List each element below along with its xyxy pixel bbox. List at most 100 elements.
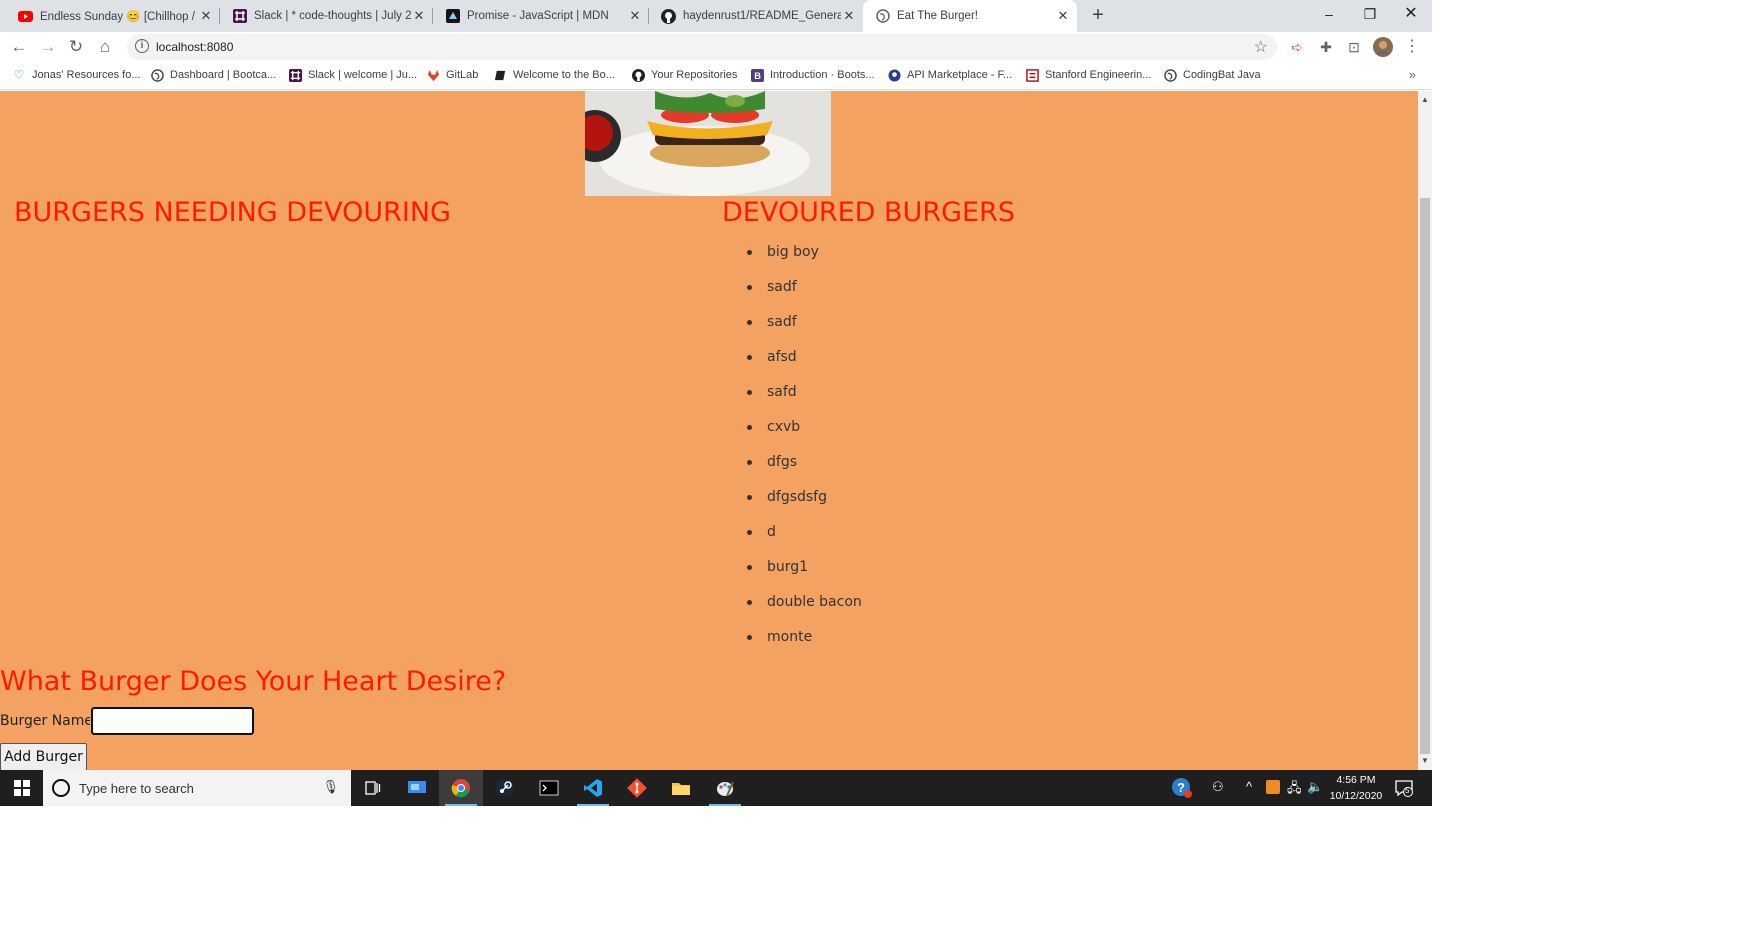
home-icon[interactable]: ⌂ [93,35,117,59]
close-tab-icon[interactable]: ✕ [198,8,214,24]
address-bar[interactable]: i localhost:8080 ☆ [127,34,1277,60]
new-tab-button[interactable]: + [1088,4,1108,26]
tab-slack[interactable]: Slack | * code-thoughts | July 202 ✕ [220,0,433,32]
bookmark-item[interactable]: Welcome to the Bo... [493,68,615,82]
tab-mdn[interactable]: Promise - JavaScript | MDN ✕ [433,0,649,32]
list-item: monte [747,626,862,661]
list-item: afsd [747,346,862,381]
help-icon[interactable]: ? [1171,777,1193,802]
list-item: big boy [747,241,862,276]
tab-eat-the-burger[interactable]: Eat The Burger! ✕ [863,0,1077,32]
chrome-app-icon[interactable] [439,770,483,806]
devoured-heading: DEVOURED BURGERS [722,197,1015,228]
close-window-button[interactable]: ✕ [1391,0,1431,28]
remote-desktop-icon[interactable] [395,770,439,806]
minimize-button[interactable]: – [1309,0,1349,28]
list-item: sadf [747,276,862,311]
terminal-app-icon[interactable] [527,770,571,806]
menu-dots-icon[interactable]: ⋮ [1402,37,1422,57]
task-view-icon[interactable] [351,770,395,806]
notifications-icon[interactable]: 5 [1394,778,1414,801]
bookmark-star-icon[interactable]: ☆ [1254,37,1268,57]
network-icon[interactable]: 🖧 [1287,779,1302,801]
tab-github[interactable]: haydenrust1/README_Generator ✕ [649,0,863,32]
cortana-icon [52,779,70,797]
list-item: double bacon [747,591,862,626]
list-item: dfgs [747,451,862,486]
browser-toolbar: ← → ↻ ⌂ i localhost:8080 ☆ ➪ ✚ ⊡ ⋮ [0,32,1432,62]
slack-icon [232,9,247,24]
bookmark-item[interactable]: API Marketplace - F... [887,68,1012,82]
api-icon [887,68,901,82]
clock[interactable]: 4:56 PM 10/12/2020 [1325,772,1387,804]
slack-icon [288,68,302,82]
taskbar-search[interactable]: Type here to search 🎙 [43,770,351,806]
volume-icon[interactable]: 🔈 [1307,779,1323,795]
burger-name-input[interactable] [90,706,255,736]
stanford-icon [1025,68,1039,82]
add-burger-button[interactable]: Add Burger [0,743,87,770]
close-tab-icon[interactable]: ✕ [627,8,643,24]
list-item: d [747,521,862,556]
bookmark-item[interactable]: Dashboard | Bootca... [150,68,276,82]
devoured-list: big boy sadf sadf afsd safd cxvb dfgs df… [747,241,862,661]
youtube-icon [18,9,33,24]
bookmark-item[interactable]: Your Repositories [631,68,737,82]
bookmark-item[interactable]: Stanford Engineerin... [1025,68,1151,82]
more-bookmarks-icon[interactable]: » [1409,67,1416,82]
extension-icon[interactable]: ➪ [1287,37,1307,57]
book-icon [493,68,507,82]
windows-logo-icon [13,780,30,796]
paint-app-icon[interactable] [703,770,747,806]
microphone-icon[interactable]: 🎙 [322,779,339,795]
bookmark-item[interactable]: B Introduction · Boots... [750,68,875,82]
screen: Endless Sunday 😊 [Chillhop / in ✕ Slack … [0,0,1432,806]
back-arrow-icon[interactable]: ← [7,35,31,59]
list-item: cxvb [747,416,862,451]
people-icon[interactable]: ⚇ [1212,779,1224,795]
bookmarks-bar: ♡ Jonas' Resources fo... Dashboard | Boo… [0,62,1432,90]
scroll-down-icon[interactable]: ▼ [1418,754,1432,768]
puzzle-icon[interactable]: ✚ [1316,37,1336,57]
list-item: safd [747,381,862,416]
scroll-thumb[interactable] [1420,198,1430,754]
steam-app-icon[interactable] [483,770,527,806]
windows-start-button[interactable] [0,770,43,806]
close-tab-icon[interactable]: ✕ [411,8,427,24]
svg-text:B: B [754,71,761,81]
form-heading: What Burger Does Your Heart Desire? [0,666,507,697]
close-tab-icon[interactable]: ✕ [1055,8,1071,24]
page-content: BURGERS NEEDING DEVOURING DEVOURED BURGE… [0,91,1418,770]
bookmark-item[interactable]: Slack | welcome | Ju... [288,68,417,82]
close-tab-icon[interactable]: ✕ [841,8,857,24]
bookmark-item[interactable]: ♡ Jonas' Resources fo... [12,68,141,82]
windows-taskbar: Type here to search 🎙 ? ⚇ ^ 🖧 🔈 4:56 PM … [0,770,1432,806]
bootstrap-icon: B [750,68,764,82]
svg-text:?: ? [1177,780,1185,795]
reload-icon[interactable]: ↻ [64,35,88,59]
bookmark-item[interactable]: CodingBat Java [1163,68,1261,82]
burger-image [585,91,831,196]
avatar[interactable] [1373,37,1393,57]
list-item: sadf [747,311,862,346]
cast-icon[interactable]: ⊡ [1344,37,1364,57]
git-app-icon[interactable] [615,770,659,806]
uneaten-heading: BURGERS NEEDING DEVOURING [14,197,451,228]
restore-button[interactable]: ❐ [1350,0,1390,28]
github-icon [631,68,645,82]
heart-icon: ♡ [13,68,25,82]
file-explorer-icon[interactable] [659,770,703,806]
tray-app-icon[interactable] [1266,780,1280,797]
bookmark-item[interactable]: GitLab [426,68,478,82]
page-scrollbar[interactable]: ▲ ▼ [1418,91,1432,770]
info-icon[interactable]: i [135,39,149,53]
list-item: burg1 [747,556,862,591]
vscode-app-icon[interactable] [571,770,615,806]
scroll-up-icon[interactable]: ▲ [1418,93,1432,107]
forward-arrow-icon[interactable]: → [36,35,60,59]
globe-icon [1163,68,1177,82]
tab-youtube[interactable]: Endless Sunday 😊 [Chillhop / in ✕ [0,0,220,32]
list-item: dfgsdsfg [747,486,862,521]
mdn-icon [445,9,460,24]
chevron-up-icon[interactable]: ^ [1246,779,1252,794]
